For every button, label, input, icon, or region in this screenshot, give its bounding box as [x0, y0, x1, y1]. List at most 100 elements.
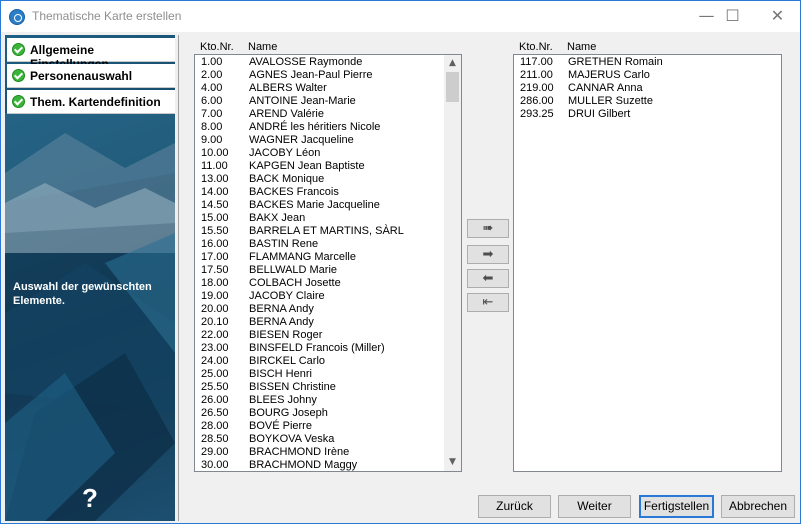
list-item[interactable]: 286.00 MULLER Suzette — [514, 95, 764, 108]
back-button[interactable]: Zurück — [478, 495, 551, 518]
cancel-button[interactable]: Abbrechen — [721, 495, 795, 518]
list-item[interactable]: 13.00 BACK Monique — [195, 173, 445, 186]
account-number: 293.25 — [520, 108, 554, 120]
finish-button[interactable]: Fertigstellen — [639, 495, 714, 518]
move-right-button[interactable]: ➡ — [467, 245, 509, 264]
list-item[interactable]: 28.00 BOVÉ Pierre — [195, 420, 445, 433]
list-item[interactable]: 219.00 CANNAR Anna — [514, 82, 764, 95]
account-number: 8.00 — [201, 121, 223, 133]
sidebar-item-label: Them. Kartendefinition — [30, 95, 161, 109]
person-name: BACKES Francois — [249, 186, 339, 198]
account-number: 18.00 — [201, 277, 229, 289]
person-name: COLBACH Josette — [249, 277, 341, 289]
account-number: 1.00 — [201, 56, 223, 68]
list-item[interactable]: 26.50 BOURG Joseph — [195, 407, 445, 420]
close-button[interactable]: ✕ — [755, 1, 800, 32]
list-item[interactable]: 20.00 BERNA Andy — [195, 303, 445, 316]
list-item[interactable]: 1.00 AVALOSSE Raymonde — [195, 56, 445, 69]
move-left-button[interactable]: ⬅ — [467, 269, 509, 288]
list-item[interactable]: 117.00 GRETHEN Romain — [514, 56, 764, 69]
list-item[interactable]: 30.00 BRACHMOND Maggy — [195, 459, 445, 471]
account-number: 9.00 — [201, 134, 223, 146]
account-number: 7.00 — [201, 108, 223, 120]
scroll-up-icon[interactable]: ▲ — [444, 55, 461, 72]
person-name: AREND Valérie — [249, 108, 324, 120]
list-item[interactable]: 7.00 AREND Valérie — [195, 108, 445, 121]
move-all-left-button[interactable]: ⇤ — [467, 293, 509, 312]
person-name: JACOBY Claire — [249, 290, 325, 302]
list-item[interactable]: 8.00 ANDRÉ les héritiers Nicole — [195, 121, 445, 134]
person-name: BINSFELD Francois (Miller) — [249, 342, 385, 354]
list-item[interactable]: 4.00 ALBERS Walter — [195, 82, 445, 95]
account-number: 117.00 — [520, 56, 553, 68]
list-item[interactable]: 25.00 BISCH Henri — [195, 368, 445, 381]
list-item[interactable]: 25.50 BISSEN Christine — [195, 381, 445, 394]
person-name: AGNES Jean-Paul Pierre — [249, 69, 373, 81]
list-item[interactable]: 17.00 FLAMMANG Marcelle — [195, 251, 445, 264]
account-number: 24.00 — [201, 355, 229, 367]
list-item[interactable]: 14.00 BACKES Francois — [195, 186, 445, 199]
list-item[interactable]: 17.50 BELLWALD Marie — [195, 264, 445, 277]
available-persons-list[interactable]: 30.00 BRACHMOND Maggy 29.00 BRACHMOND Irène… — [194, 54, 462, 472]
scroll-thumb[interactable] — [446, 72, 459, 102]
person-name: ANDRÉ les héritiers Nicole — [249, 121, 381, 133]
person-name: AVALOSSE Raymonde — [249, 56, 363, 68]
person-name: CANNAR Anna — [568, 82, 643, 94]
account-number: 15.00 — [201, 212, 229, 224]
list-item[interactable]: 19.00 JACOBY Claire — [195, 290, 445, 303]
account-number: 286.00 — [520, 95, 554, 107]
account-number: 211.00 — [520, 69, 553, 81]
left-header-kto-nr: Kto.Nr. — [200, 41, 234, 53]
account-number: 14.00 — [201, 186, 229, 198]
list-item[interactable]: 6.00 ANTOINE Jean-Marie — [195, 95, 445, 108]
sidebar-item-them-kartendefinition[interactable]: Them. Kartendefinition — [7, 90, 175, 114]
account-number: 29.00 — [201, 446, 229, 458]
person-name: BERNA Andy — [249, 303, 314, 315]
person-name: BISCH Henri — [249, 368, 312, 380]
list-item[interactable]: 16.00 BASTIN Rene — [195, 238, 445, 251]
list-item[interactable]: 22.00 BIESEN Roger — [195, 329, 445, 342]
move-all-right-icon: ➠ — [482, 221, 494, 236]
list-item[interactable]: 293.25 DRUI Gilbert — [514, 108, 764, 121]
list-item[interactable]: 14.50 BACKES Marie Jacqueline — [195, 199, 445, 212]
person-name: ANTOINE Jean-Marie — [249, 95, 356, 107]
person-name: BACK Monique — [249, 173, 325, 185]
person-name: JACOBY Léon — [249, 147, 321, 159]
account-number: 26.50 — [201, 407, 229, 419]
move-right-icon: ➡ — [482, 247, 494, 262]
person-name: FLAMMANG Marcelle — [249, 251, 356, 263]
list-item[interactable]: 28.50 BOYKOVA Veska — [195, 433, 445, 446]
left-list-scrollbar[interactable]: ▲ ▼ — [444, 55, 461, 471]
list-item[interactable]: 2.00 AGNES Jean-Paul Pierre — [195, 69, 445, 82]
list-item[interactable]: 15.00 BAKX Jean — [195, 212, 445, 225]
scroll-down-icon[interactable]: ▼ — [444, 454, 461, 471]
next-button[interactable]: Weiter — [558, 495, 631, 518]
person-name: ALBERS Walter — [249, 82, 327, 94]
sidebar-item-personenauswahl[interactable]: Personenauswahl — [7, 64, 175, 88]
account-number: 22.00 — [201, 329, 229, 341]
list-item[interactable]: 23.00 BINSFELD Francois (Miller) — [195, 342, 445, 355]
list-item[interactable]: 24.00 BIRCKEL Carlo — [195, 355, 445, 368]
account-number: 2.00 — [201, 69, 223, 81]
list-item[interactable]: 15.50 BARRELA ET MARTINS, SÀRL — [195, 225, 445, 238]
sidebar-item-allgemeine-einstellungen[interactable]: Allgemeine Einstellungen — [7, 38, 175, 71]
list-item[interactable]: 29.00 BRACHMOND Irène — [195, 446, 445, 459]
account-number: 16.00 — [201, 238, 229, 250]
person-name: MULLER Suzette — [568, 95, 653, 107]
move-all-right-button[interactable]: ➠ — [467, 219, 509, 238]
selected-persons-list[interactable]: 293.25 DRUI Gilbert 286.00 MULLER Suzette 21… — [513, 54, 782, 472]
maximize-button[interactable]: ☐ — [710, 1, 755, 32]
list-item[interactable]: 26.00 BLEES Johny — [195, 394, 445, 407]
account-number: 6.00 — [201, 95, 223, 107]
list-item[interactable]: 11.00 KAPGEN Jean Baptiste — [195, 160, 445, 173]
list-item[interactable]: 9.00 WAGNER Jacqueline — [195, 134, 445, 147]
title-bar: Thematische Karte erstellen — ☐ ✕ — [1, 1, 800, 32]
list-item[interactable]: 18.00 COLBACH Josette — [195, 277, 445, 290]
account-number: 28.00 — [201, 420, 229, 432]
list-item[interactable]: 20.10 BERNA Andy — [195, 316, 445, 329]
list-item[interactable]: 211.00 MAJERUS Carlo — [514, 69, 764, 82]
window-title: Thematische Karte erstellen — [32, 9, 182, 23]
person-name: BOVÉ Pierre — [249, 420, 312, 432]
help-icon[interactable]: ? — [82, 483, 98, 514]
list-item[interactable]: 10.00 JACOBY Léon — [195, 147, 445, 160]
